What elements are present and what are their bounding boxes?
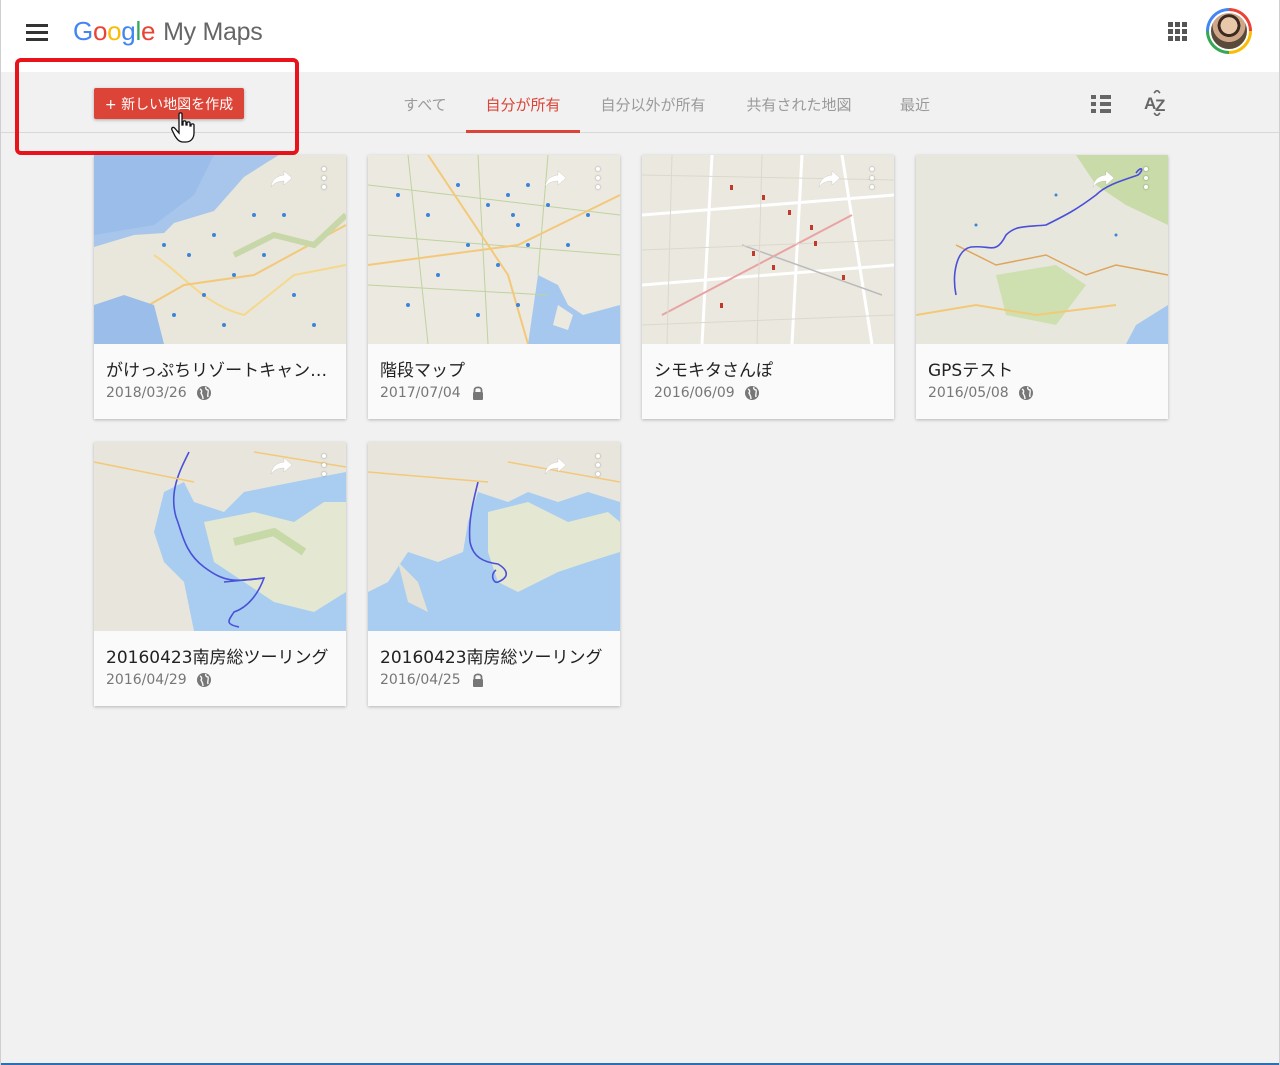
sort-az-icon[interactable]: A Z — [1143, 88, 1169, 118]
list-view-icon[interactable] — [1091, 95, 1111, 113]
account-avatar[interactable] — [1206, 8, 1252, 54]
tab-all[interactable]: すべて — [384, 72, 466, 132]
share-icon[interactable] — [270, 169, 294, 189]
map-thumbnail — [368, 442, 620, 631]
globe-icon — [744, 386, 759, 400]
map-meta: 2016/04/25 — [380, 672, 486, 688]
logo-letter: o — [107, 16, 122, 46]
map-card[interactable]: GPSテスト 2016/05/08 — [916, 155, 1168, 419]
share-icon[interactable] — [1092, 169, 1116, 189]
share-icon[interactable] — [544, 169, 568, 189]
logo-letter: e — [140, 16, 156, 46]
more-options-icon[interactable] — [1140, 167, 1152, 191]
map-card[interactable]: シモキタさんぽ 2016/06/09 — [642, 155, 894, 419]
lock-icon — [472, 673, 483, 687]
more-options-icon[interactable] — [318, 167, 330, 191]
share-icon[interactable] — [270, 456, 294, 476]
logo-letter: g — [121, 16, 136, 46]
map-date: 2016/04/29 — [106, 672, 187, 688]
more-options-icon[interactable] — [318, 454, 330, 478]
more-options-icon[interactable] — [866, 167, 878, 191]
apps-grid-icon[interactable] — [1168, 22, 1188, 42]
map-card[interactable]: 20160423南房総ツーリング 2016/04/29 — [94, 442, 346, 706]
tab-owned-by-me[interactable]: 自分が所有 — [466, 72, 580, 133]
hamburger-menu-icon[interactable] — [26, 24, 48, 42]
map-meta: 2018/03/26 — [106, 385, 212, 401]
ownership-tabs: すべて 自分が所有 自分以外が所有 共有された地図 最近 — [384, 72, 958, 133]
map-date: 2016/06/09 — [654, 385, 735, 401]
google-my-maps-logo[interactable]: Google My Maps — [73, 16, 263, 47]
map-title: シモキタさんぽ — [654, 361, 773, 381]
tab-recent[interactable]: 最近 — [872, 72, 958, 132]
map-title: がけっぷちリゾートキャン… — [106, 361, 328, 381]
logo-letter: o — [92, 16, 108, 46]
map-card[interactable]: 階段マップ 2017/07/04 — [368, 155, 620, 419]
map-thumbnail — [94, 155, 346, 344]
globe-icon — [196, 386, 211, 400]
tab-shared-maps[interactable]: 共有された地図 — [726, 72, 872, 132]
hand-cursor-icon — [171, 112, 197, 144]
map-card[interactable]: 20160423南房総ツーリング 2016/04/25 — [368, 442, 620, 706]
globe-icon — [1018, 386, 1033, 400]
map-meta: 2017/07/04 — [380, 385, 486, 401]
lock-icon — [472, 386, 483, 400]
map-title: 階段マップ — [380, 361, 465, 381]
logo-letter: G — [73, 16, 93, 46]
map-date: 2017/07/04 — [380, 385, 461, 401]
map-title: 20160423南房総ツーリング — [106, 648, 329, 668]
map-title: 20160423南房総ツーリング — [380, 648, 603, 668]
logo-product-name: My Maps — [163, 18, 263, 46]
map-thumbnail — [94, 442, 346, 631]
svg-text:Z: Z — [1155, 96, 1165, 115]
map-card[interactable]: がけっぷちリゾートキャン… 2018/03/26 — [94, 155, 346, 419]
map-date: 2016/05/08 — [928, 385, 1009, 401]
share-icon[interactable] — [818, 169, 842, 189]
map-thumbnail — [368, 155, 620, 344]
map-meta: 2016/04/29 — [106, 672, 212, 688]
map-meta: 2016/05/08 — [928, 385, 1034, 401]
map-meta: 2016/06/09 — [654, 385, 760, 401]
tab-not-owned-by-me[interactable]: 自分以外が所有 — [580, 72, 726, 132]
share-icon[interactable] — [544, 456, 568, 476]
map-date: 2018/03/26 — [106, 385, 187, 401]
top-app-bar: Google My Maps — [1, 0, 1279, 72]
map-date: 2016/04/25 — [380, 672, 461, 688]
more-options-icon[interactable] — [592, 167, 604, 191]
more-options-icon[interactable] — [592, 454, 604, 478]
map-thumbnail — [916, 155, 1168, 344]
map-title: GPSテスト — [928, 361, 1014, 381]
create-new-map-button[interactable]: + 新しい地図を作成 — [94, 88, 244, 119]
globe-icon — [196, 673, 211, 687]
map-thumbnail — [642, 155, 894, 344]
